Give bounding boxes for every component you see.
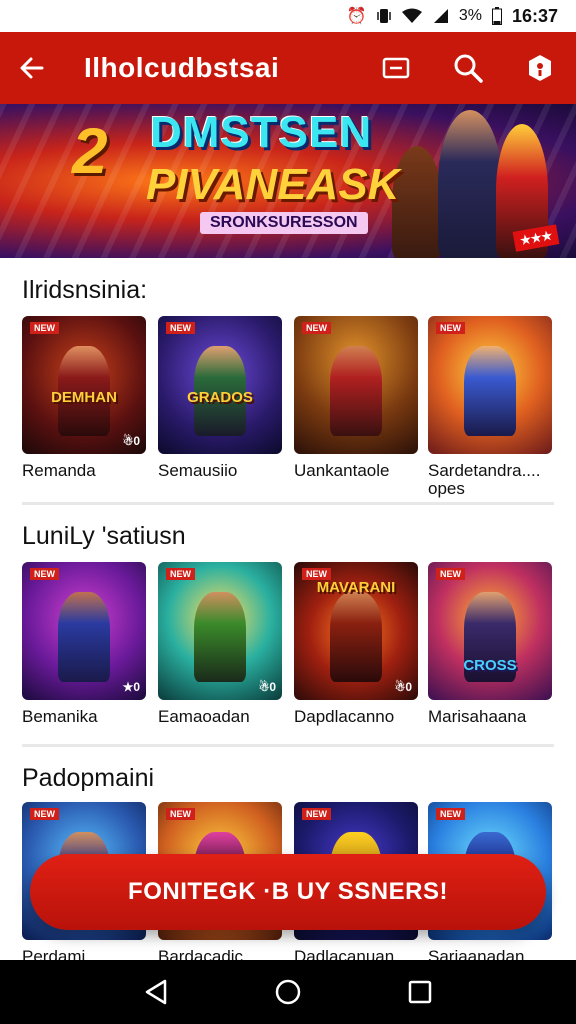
status-bar: ⏰ 3% 16:37 [0,0,576,32]
nav-back-icon[interactable] [126,960,186,1024]
battery-icon [491,7,502,25]
game-title: Sardetandra.... opes [428,462,552,498]
game-thumbnail: NEW [428,316,552,454]
cta-button[interactable]: FONITEGK ·B UY SSNERS! [30,854,546,930]
rating-count: ★0 [122,680,140,694]
banner-subtitle: SRONKSURESSON [200,212,368,234]
banner-hero-1 [392,146,442,258]
cast-icon[interactable] [360,32,432,104]
game-card[interactable]: NEW ★0 Bemanika [22,562,146,726]
new-badge: NEW [436,322,465,334]
rating-count: ☃0 [122,434,140,448]
new-badge: NEW [436,568,465,580]
game-thumbnail: NEW MAVARANI ☃0 [294,562,418,700]
app-title: Ilholcudbstsai [84,52,280,83]
rating-count: ☃0 [394,680,412,694]
search-icon[interactable] [432,32,504,104]
section-title: LuniLy 'satiusn [22,522,186,550]
game-title: Bemanika [22,707,98,726]
nav-recents-icon[interactable] [390,960,450,1024]
game-logo: MAVARANI [316,579,396,596]
new-badge: NEW [30,808,59,820]
section-divider [22,744,554,747]
new-badge: NEW [166,568,195,580]
hero-figure [464,346,516,436]
game-title: Semausiio [158,461,238,480]
game-title: Eamaoadan [158,707,250,726]
new-badge: NEW [302,322,331,334]
new-badge: NEW [30,568,59,580]
game-card[interactable]: NEW GRADOS Semausiio [158,316,282,480]
app-bar: Ilholcudbstsai [0,32,576,104]
wifi-icon [401,8,423,24]
game-card[interactable]: NEW MAVARANI ☃0 Dapdlacanno [294,562,418,726]
rating-count: ☃0 [258,680,276,694]
game-thumbnail: NEW CROSS [428,562,552,700]
game-thumbnail: NEW DEMHAN ☃0 [22,316,146,454]
game-card[interactable]: NEW CROSS Marisahaana [428,562,552,726]
game-logo: GRADOS [187,389,253,406]
vibrate-icon [377,8,391,24]
game-logo: CROSS [463,657,517,674]
hero-figure [330,346,382,436]
section-title: Padopmaini [22,764,155,792]
game-card[interactable]: NEW DEMHAN ☃0 Remanda [22,316,146,480]
alarm-icon: ⏰ [346,8,367,25]
clock: 16:37 [511,5,558,26]
nav-home-icon[interactable] [258,960,318,1024]
new-badge: NEW [436,808,465,820]
new-badge: NEW [166,322,195,334]
banner-hero-2 [438,110,502,258]
signal-icon [433,8,449,24]
game-title-line1: Sardetandra.... [428,461,541,480]
banner-number: 2 [72,115,108,187]
banner-title-line2: PIVANEASK [146,160,400,209]
game-title: Remanda [22,461,96,480]
game-thumbnail: NEW ★0 [22,562,146,700]
promo-banner[interactable]: 2 DMSTSEN PIVANEASK SRONKSURESSON ★★★ [0,104,576,258]
game-thumbnail: NEW ☃0 [158,562,282,700]
game-thumbnail: NEW GRADOS [158,316,282,454]
hero-figure [330,592,382,682]
battery-level: 3% [458,7,482,24]
section-2: LuniLy 'satiusn NEW ★0 Bemanika NEW ☃0 E… [0,508,576,748]
banner-title-line1: DMSTSEN [150,108,373,157]
section-title: Ilridsnsinia: [22,276,148,304]
section-divider [22,502,554,505]
game-title: Marisahaana [428,707,527,726]
hero-figure [58,592,110,682]
game-card[interactable]: NEW ☃0 Eamaoadan [158,562,282,726]
new-badge: NEW [166,808,195,820]
system-nav-bar [0,960,576,1024]
back-arrow-icon[interactable] [0,32,64,104]
game-title: Uankantaole [294,461,390,480]
game-card[interactable]: NEW Uankantaole [294,316,418,480]
game-title: Dapdlacanno [294,707,395,726]
game-logo: DEMHAN [51,389,117,406]
section-1: Ilridsnsinia: NEW DEMHAN ☃0 Remanda NEW … [0,258,576,508]
account-icon[interactable] [504,32,576,104]
new-badge: NEW [302,808,331,820]
new-badge: NEW [30,322,59,334]
game-card[interactable]: NEW Sardetandra.... opes [428,316,552,498]
hero-figure [194,592,246,682]
game-thumbnail: NEW [294,316,418,454]
game-title-line2: opes [428,478,465,498]
